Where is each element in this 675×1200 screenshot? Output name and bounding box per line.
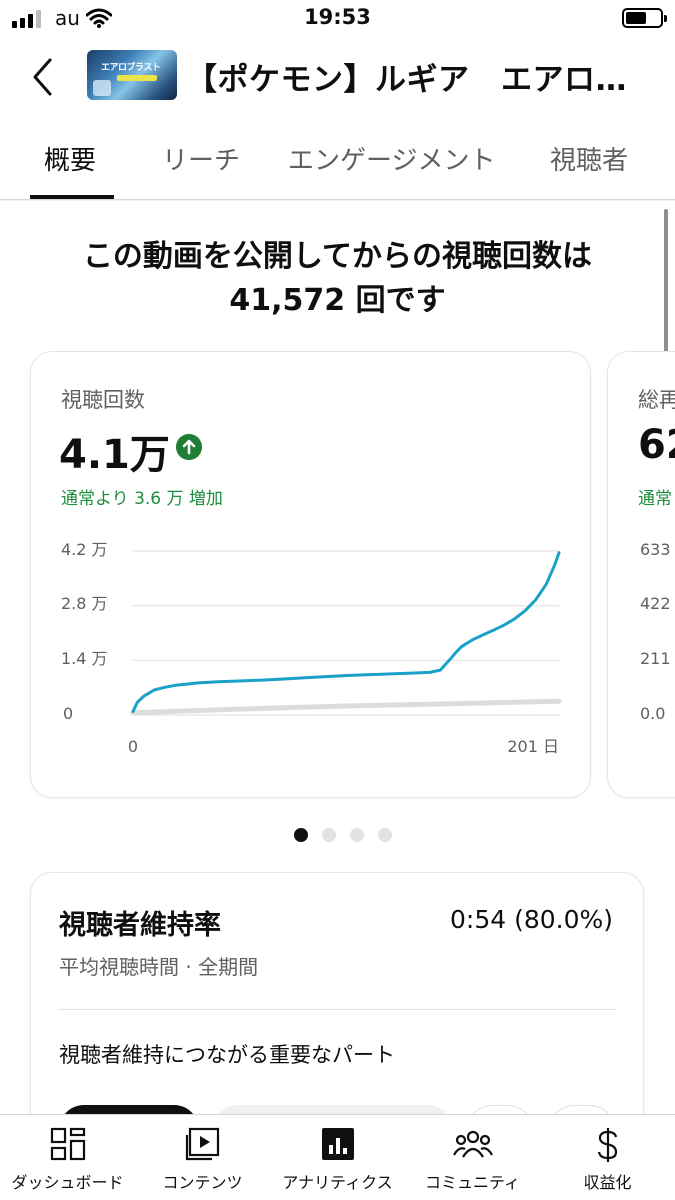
- nav-label: アナリティクス: [282, 1173, 393, 1192]
- pagination-dot[interactable]: [293, 828, 308, 842]
- pagination-dot[interactable]: [321, 828, 336, 842]
- clock: 19:53: [304, 5, 371, 29]
- next-card-chart: 633 422 211 0.0: [640, 542, 671, 723]
- thumbnail-text: エアロブラスト: [101, 63, 161, 73]
- filter-chip[interactable]: [213, 1105, 453, 1114]
- next-card-delta: 通常: [638, 489, 672, 509]
- next-card-value: 62: [638, 422, 675, 468]
- tab-reach[interactable]: リーチ: [162, 140, 240, 177]
- nav-community[interactable]: コミュニティ: [405, 1115, 540, 1200]
- battery-icon: [622, 8, 667, 28]
- views-value: 4.1万: [59, 432, 170, 478]
- filter-chip[interactable]: [467, 1105, 533, 1114]
- headline-line-1: この動画を公開してからの視聴回数は: [82, 239, 593, 274]
- filter-chip[interactable]: [549, 1105, 615, 1114]
- retention-title: 視聴者維持率: [59, 910, 221, 941]
- app-header: エアロブラスト 【ポケモン】ルギア エアロブラスト: [0, 38, 675, 120]
- views-line-chart: 4.2 万 2.8 万 1.4 万 0 0 201 日: [61, 542, 562, 756]
- nav-content[interactable]: コンテンツ: [135, 1115, 270, 1200]
- nav-analytics[interactable]: アナリティクス: [270, 1115, 405, 1200]
- x-tick-label: 0: [128, 737, 138, 756]
- bottom-navigation: ダッシュボード コンテンツ アナリティクス コミュニティ 収益化: [0, 1114, 675, 1200]
- views-series-line: [131, 551, 561, 713]
- tab-engagement[interactable]: エンゲージメント: [288, 140, 495, 177]
- retention-subtitle: 平均視聴時間 · 全期間: [59, 955, 259, 979]
- analytics-icon: [321, 1128, 354, 1160]
- status-bar: au 19:53: [0, 0, 675, 38]
- main-content[interactable]: この動画を公開してからの視聴回数は 41,572 回です 視聴回数 4.1万 通…: [0, 201, 675, 1114]
- views-headline: この動画を公開してからの視聴回数は 41,572 回です: [0, 235, 675, 323]
- divider: [59, 1009, 615, 1010]
- nav-monetization[interactable]: 収益化: [540, 1115, 675, 1200]
- content-icon: [185, 1127, 219, 1161]
- video-thumbnail[interactable]: エアロブラスト: [87, 50, 177, 100]
- nav-label: ダッシュボード: [11, 1173, 124, 1192]
- next-metric-card[interactable]: 総再 62 通常 633 422 211 0.0: [607, 351, 675, 798]
- views-delta: 通常より 3.6 万 増加: [61, 489, 223, 509]
- back-arrow-icon[interactable]: [28, 56, 64, 98]
- analytics-tabs: 概要 リーチ エンゲージメント 視聴者: [0, 120, 675, 200]
- y-tick-label: 211: [640, 649, 671, 668]
- views-label: 視聴回数: [61, 388, 145, 412]
- dollar-icon: [597, 1128, 617, 1162]
- nav-label: 収益化: [583, 1173, 632, 1192]
- views-card[interactable]: 視聴回数 4.1万 通常より 3.6 万 増加 4.2 万 2.8 万 1.4 …: [30, 351, 591, 798]
- tab-overview[interactable]: 概要: [44, 140, 96, 177]
- pagination-dot[interactable]: [349, 828, 364, 842]
- next-card-label: 総再: [638, 388, 675, 412]
- active-tab-indicator: [30, 195, 114, 199]
- retention-value: 0:54 (80.0%): [449, 905, 613, 934]
- retention-card[interactable]: 視聴者維持率 0:54 (80.0%) 平均視聴時間 · 全期間 視聴者維持につ…: [30, 872, 644, 1114]
- typical-range-line: [130, 698, 562, 716]
- y-tick-label: 0: [63, 704, 73, 723]
- nav-dashboard[interactable]: ダッシュボード: [0, 1115, 135, 1200]
- nav-label: コンテンツ: [162, 1173, 243, 1192]
- carousel-pagination[interactable]: [0, 828, 675, 842]
- y-tick-label: 1.4 万: [61, 649, 108, 668]
- tab-audience[interactable]: 視聴者: [550, 140, 628, 177]
- y-tick-label: 2.8 万: [61, 594, 108, 613]
- filter-chip[interactable]: [59, 1105, 199, 1114]
- dashboard-icon: [50, 1127, 85, 1161]
- trend-up-icon: [176, 434, 202, 460]
- key-moments-heading: 視聴者維持につながる重要なパート: [59, 1043, 395, 1067]
- y-tick-label: 0.0: [640, 704, 665, 723]
- nav-label: コミュニティ: [424, 1173, 521, 1192]
- video-title: 【ポケモン】ルギア エアロブラスト: [186, 62, 656, 98]
- x-tick-label: 201 日: [507, 737, 559, 756]
- y-tick-label: 422: [640, 594, 671, 613]
- y-tick-label: 4.2 万: [61, 542, 108, 559]
- pagination-dot[interactable]: [377, 828, 392, 842]
- headline-line-2: 41,572 回です: [229, 283, 446, 318]
- community-icon: [452, 1130, 493, 1158]
- y-tick-label: 633: [640, 542, 671, 559]
